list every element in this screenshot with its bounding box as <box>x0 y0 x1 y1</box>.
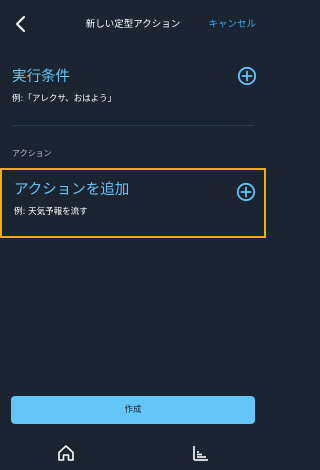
add-action-example: 例: 天気予報を流す <box>14 207 88 217</box>
home-icon <box>58 445 74 461</box>
add-action-button[interactable] <box>236 182 256 202</box>
back-button[interactable] <box>10 13 32 35</box>
plus-circle-icon <box>237 66 257 86</box>
actions-caption: アクション <box>12 149 52 158</box>
add-action-row[interactable]: アクションを追加 例: 天気予報を流す <box>0 168 266 238</box>
cancel-button[interactable]: キャンセル <box>208 16 256 30</box>
page-title: 新しい定型アクション <box>85 19 181 30</box>
create-button[interactable]: 作成 <box>11 396 255 424</box>
tab-home[interactable] <box>55 442 77 464</box>
tab-activity[interactable] <box>189 442 211 464</box>
trigger-row[interactable]: 実行条件 例:「アレクサ、おはよう」 <box>0 56 266 120</box>
chevron-left-icon <box>16 16 25 32</box>
section-divider <box>12 125 254 126</box>
activity-bars-icon <box>193 446 208 461</box>
bottom-tab-bar <box>0 436 266 470</box>
trigger-heading: 実行条件 <box>12 69 70 85</box>
top-nav-bar: 新しい定型アクション キャンセル <box>0 0 266 46</box>
plus-circle-icon <box>236 182 256 202</box>
routine-editor-screen: 新しい定型アクション キャンセル 実行条件 例:「アレクサ、おはよう」 アクショ… <box>0 0 266 470</box>
add-action-heading: アクションを追加 <box>14 182 130 198</box>
trigger-example: 例:「アレクサ、おはよう」 <box>12 94 117 104</box>
add-trigger-button[interactable] <box>237 66 257 86</box>
